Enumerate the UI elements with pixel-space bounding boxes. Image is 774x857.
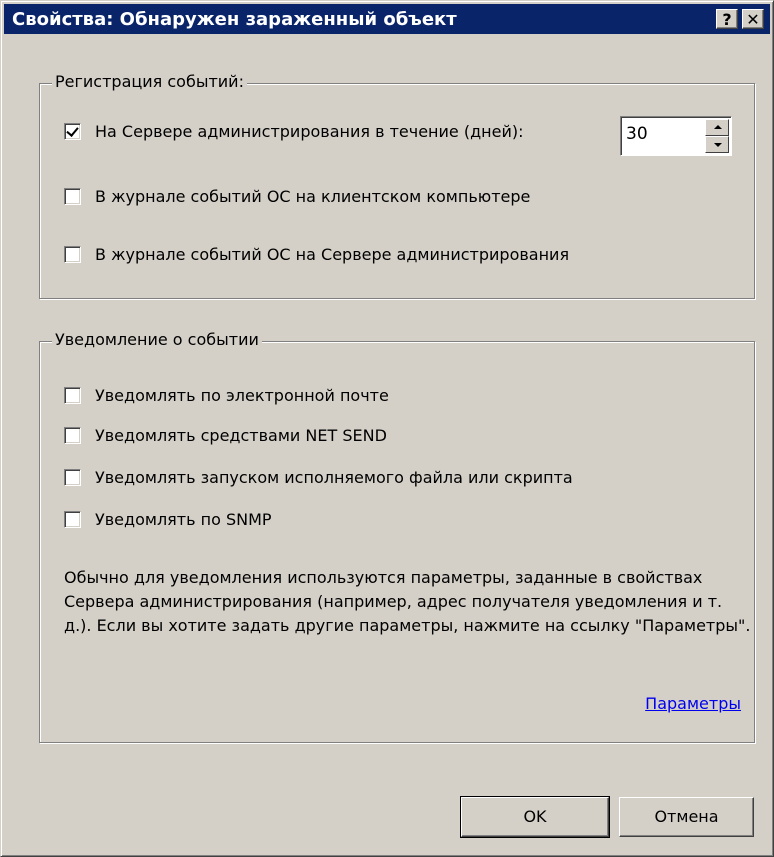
client-os-log-checkbox[interactable] [64,188,81,205]
cancel-button[interactable]: Отмена [619,797,754,837]
server-days-option[interactable]: На Сервере администрирования в течение (… [64,122,523,141]
net-send-label: Уведомлять средствами NET SEND [95,426,387,445]
exec-label: Уведомлять запуском исполняемого файла и… [95,468,573,487]
exec-checkbox[interactable] [64,469,81,486]
notification-legend: Уведомление о событии [52,330,262,349]
net-send-checkbox[interactable] [64,427,81,444]
net-send-option[interactable]: Уведомлять средствами NET SEND [64,426,387,445]
server-os-log-option[interactable]: В журнале событий ОС на Сервере админист… [64,245,569,264]
title-bar[interactable]: Свойства: Обнаружен зараженный объект ? … [4,4,770,34]
email-option[interactable]: Уведомлять по электронной почте [64,386,389,405]
server-days-checkbox[interactable] [64,123,81,140]
snmp-option[interactable]: Уведомлять по SNMP [64,510,272,529]
snmp-checkbox[interactable] [64,511,81,528]
dialog-title: Свойства: Обнаружен зараженный объект [12,9,457,30]
params-link[interactable]: Параметры [645,694,741,713]
client-os-log-label: В журнале событий ОС на клиентском компь… [95,187,531,206]
email-checkbox[interactable] [64,387,81,404]
days-spinner[interactable]: 30 [620,116,732,156]
notification-group: Уведомление о событии Уведомлять по элек… [39,330,755,743]
notification-note: Обычно для уведомления используются пара… [64,568,751,635]
arrow-down-icon [714,143,722,147]
server-os-log-label: В журнале событий ОС на Сервере админист… [95,245,570,264]
exec-option[interactable]: Уведомлять запуском исполняемого файла и… [64,468,573,487]
properties-dialog: Свойства: Обнаружен зараженный объект ? … [0,0,774,857]
client-os-log-option[interactable]: В журнале событий ОС на клиентском компь… [64,187,530,206]
snmp-label: Уведомлять по SNMP [95,510,272,529]
arrow-up-icon [714,125,722,129]
spin-down-button[interactable] [705,136,729,153]
ok-button[interactable]: OK [460,796,610,838]
close-button[interactable]: ✕ [742,9,764,29]
server-days-label: На Сервере администрирования в течение (… [95,122,524,141]
days-value[interactable]: 30 [626,124,648,144]
spin-up-button[interactable] [705,119,729,136]
event-log-group: Регистрация событий: На Сервере админист… [39,72,755,299]
server-os-log-checkbox[interactable] [64,246,81,263]
event-log-legend: Регистрация событий: [52,72,247,91]
email-label: Уведомлять по электронной почте [95,386,389,405]
help-button[interactable]: ? [716,9,738,29]
